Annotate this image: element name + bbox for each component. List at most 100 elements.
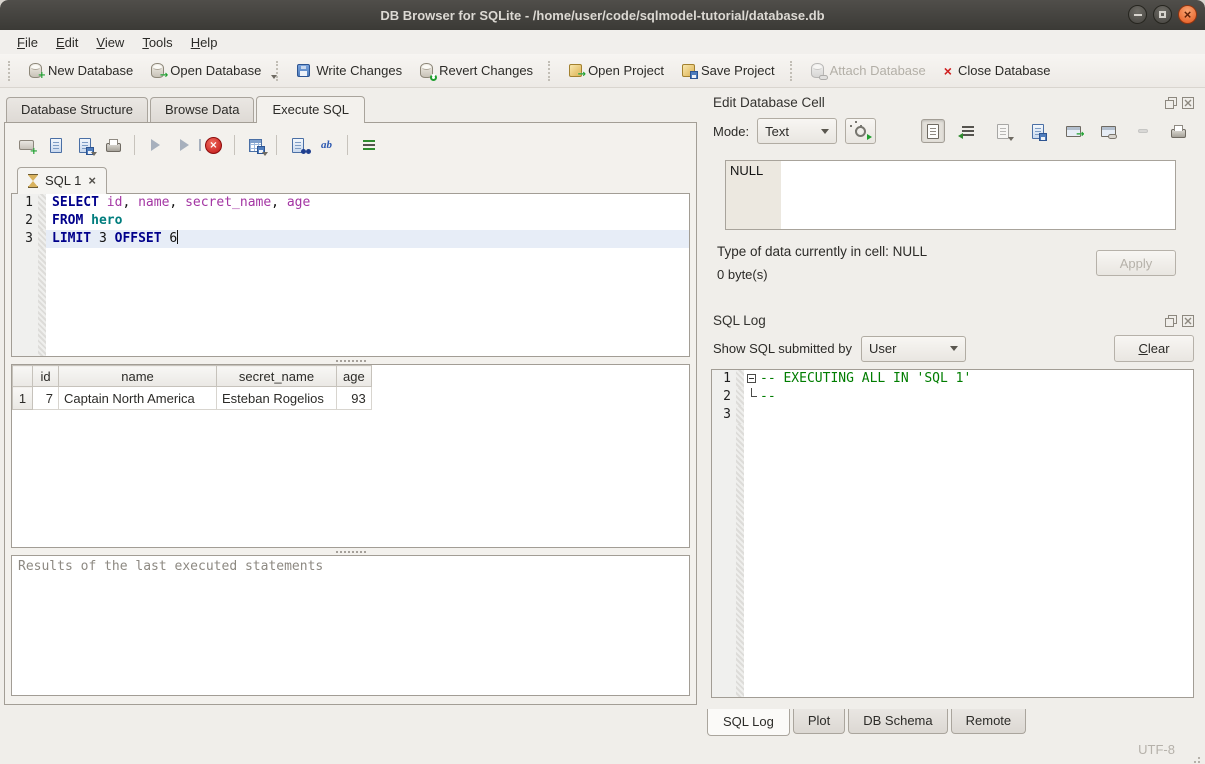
save-project-icon xyxy=(682,64,695,77)
cell-info: Type of data currently in cell: NULL 0 b… xyxy=(717,244,1176,296)
fold-marker-icon[interactable] xyxy=(747,374,756,383)
cell-secret-name[interactable]: Esteban Rogelios xyxy=(217,387,337,410)
mode-row: Mode: Text → xyxy=(713,118,1194,144)
chevron-down-icon xyxy=(950,346,958,351)
tab-sql-log[interactable]: SQL Log xyxy=(707,709,790,736)
word-wrap-button[interactable] xyxy=(956,119,980,143)
menu-edit[interactable]: Edit xyxy=(47,32,87,53)
float-icon[interactable] xyxy=(1164,314,1177,327)
sql-doc-tab[interactable]: SQL 1 × xyxy=(17,167,107,194)
mode-label: Mode: xyxy=(713,124,749,139)
column-header-age[interactable]: age xyxy=(337,366,372,387)
revert-changes-button[interactable]: Revert Changes xyxy=(411,59,542,82)
filter-label: Show SQL submitted by xyxy=(713,341,852,356)
close-dock-icon[interactable] xyxy=(1181,314,1194,327)
tab-execute-sql[interactable]: Execute SQL xyxy=(256,96,365,123)
toolbar-separator xyxy=(347,135,348,155)
text-mode-button[interactable] xyxy=(921,119,945,143)
open-project-button[interactable]: → Open Project xyxy=(560,59,673,82)
execute-line-icon xyxy=(180,139,189,151)
open-external-button[interactable]: → xyxy=(1061,119,1085,143)
log-filter-row: Show SQL submitted by User Clear xyxy=(713,335,1194,362)
sql-toolbar: + × ab xyxy=(11,129,690,161)
set-null-button xyxy=(1131,119,1155,143)
cell-age[interactable]: 93 xyxy=(337,387,372,410)
status-bar: UTF-8 xyxy=(0,735,1205,764)
menu-tools[interactable]: Tools xyxy=(133,32,181,53)
sql-editor[interactable]: 1SELECT id, name, secret_name, age2FROM … xyxy=(11,193,690,357)
titlebar[interactable]: DB Browser for SQLite - /home/user/code/… xyxy=(0,0,1205,30)
new-database-button[interactable]: + New Database xyxy=(20,59,142,82)
close-database-icon: × xyxy=(944,64,952,78)
minimize-button[interactable] xyxy=(1128,5,1147,24)
column-header-secret-name[interactable]: secret_name xyxy=(217,366,337,387)
menu-view[interactable]: View xyxy=(87,32,133,53)
menu-file[interactable]: File xyxy=(8,32,47,53)
column-header-name[interactable]: name xyxy=(59,366,217,387)
word-wrap-icon xyxy=(962,126,974,128)
find-replace-button[interactable]: ab xyxy=(313,132,340,158)
horizontal-splitter[interactable] xyxy=(11,548,690,555)
database-new-icon: + xyxy=(29,63,42,78)
float-icon[interactable] xyxy=(1164,96,1177,109)
cell-value: NULL xyxy=(726,161,781,229)
open-sql-file-button[interactable] xyxy=(42,132,69,158)
save-sql-file-button[interactable] xyxy=(71,132,98,158)
tab-plot[interactable]: Plot xyxy=(793,709,845,734)
mode-select[interactable]: Text xyxy=(757,118,837,144)
open-database-button[interactable]: → Open Database xyxy=(142,59,270,82)
export-data-button[interactable] xyxy=(1026,119,1050,143)
app-window: DB Browser for SQLite - /home/user/code/… xyxy=(0,0,1205,764)
cell-id[interactable]: 7 xyxy=(33,387,59,410)
print-cell-button[interactable] xyxy=(1166,119,1190,143)
copy-link-button[interactable] xyxy=(1096,119,1120,143)
tab-db-schema[interactable]: DB Schema xyxy=(848,709,947,734)
cell-value-editor[interactable]: NULL xyxy=(725,160,1176,230)
save-sql-file-icon xyxy=(79,138,91,153)
toolbar-separator xyxy=(548,61,554,81)
export-results-button[interactable] xyxy=(242,132,269,158)
print-icon xyxy=(106,143,121,152)
export-results-icon xyxy=(249,139,262,152)
auto-switch-mode-button[interactable] xyxy=(845,118,876,144)
write-changes-button[interactable]: Write Changes xyxy=(288,59,411,82)
sql-doc-tab-bar: SQL 1 × xyxy=(11,163,690,193)
maximize-button[interactable] xyxy=(1153,5,1172,24)
corner-header[interactable] xyxy=(13,366,33,387)
menu-help[interactable]: Help xyxy=(182,32,227,53)
tab-remote[interactable]: Remote xyxy=(951,709,1027,734)
print-button[interactable] xyxy=(100,132,127,158)
toolbar-separator xyxy=(234,135,235,155)
vertical-splitter[interactable] xyxy=(697,88,705,735)
log-line: 2 -- xyxy=(712,388,1193,406)
tab-browse-data[interactable]: Browse Data xyxy=(150,97,254,122)
right-panel: Edit Database Cell Mode: Text xyxy=(705,88,1205,735)
results-message-pane: Results of the last executed statements xyxy=(11,555,690,696)
auto-format-button[interactable] xyxy=(355,132,382,158)
find-button[interactable] xyxy=(284,132,311,158)
toolbar-separator xyxy=(134,135,135,155)
sql-log-view[interactable]: 1 -- EXECUTING ALL IN 'SQL 1' 2 -- 3 xyxy=(711,369,1194,698)
save-project-button[interactable]: Save Project xyxy=(673,59,784,82)
submitted-by-select[interactable]: User xyxy=(861,336,966,362)
print-icon xyxy=(1171,129,1186,138)
row-number[interactable]: 1 xyxy=(13,387,33,410)
cell-name[interactable]: Captain North America xyxy=(59,387,217,410)
column-header-id[interactable]: id xyxy=(33,366,59,387)
close-database-button[interactable]: × Close Database xyxy=(935,59,1060,82)
main-tab-bar: Database Structure Browse Data Execute S… xyxy=(4,96,697,122)
close-tab-icon[interactable]: × xyxy=(88,174,96,187)
clear-log-button[interactable]: Clear xyxy=(1114,335,1194,362)
tab-database-structure[interactable]: Database Structure xyxy=(6,97,148,122)
execute-all-icon xyxy=(151,139,160,151)
execute-line-button xyxy=(171,132,198,158)
toolbar-grip[interactable] xyxy=(8,61,14,81)
close-dock-icon[interactable] xyxy=(1181,96,1194,109)
toolbar-separator xyxy=(276,135,277,155)
horizontal-splitter[interactable] xyxy=(11,357,690,364)
stop-button[interactable]: × xyxy=(200,132,227,158)
chevron-down-icon[interactable] xyxy=(271,75,277,79)
close-button[interactable]: × xyxy=(1178,5,1197,24)
new-tab-button[interactable]: + xyxy=(13,132,40,158)
resize-grip[interactable] xyxy=(1198,757,1200,759)
